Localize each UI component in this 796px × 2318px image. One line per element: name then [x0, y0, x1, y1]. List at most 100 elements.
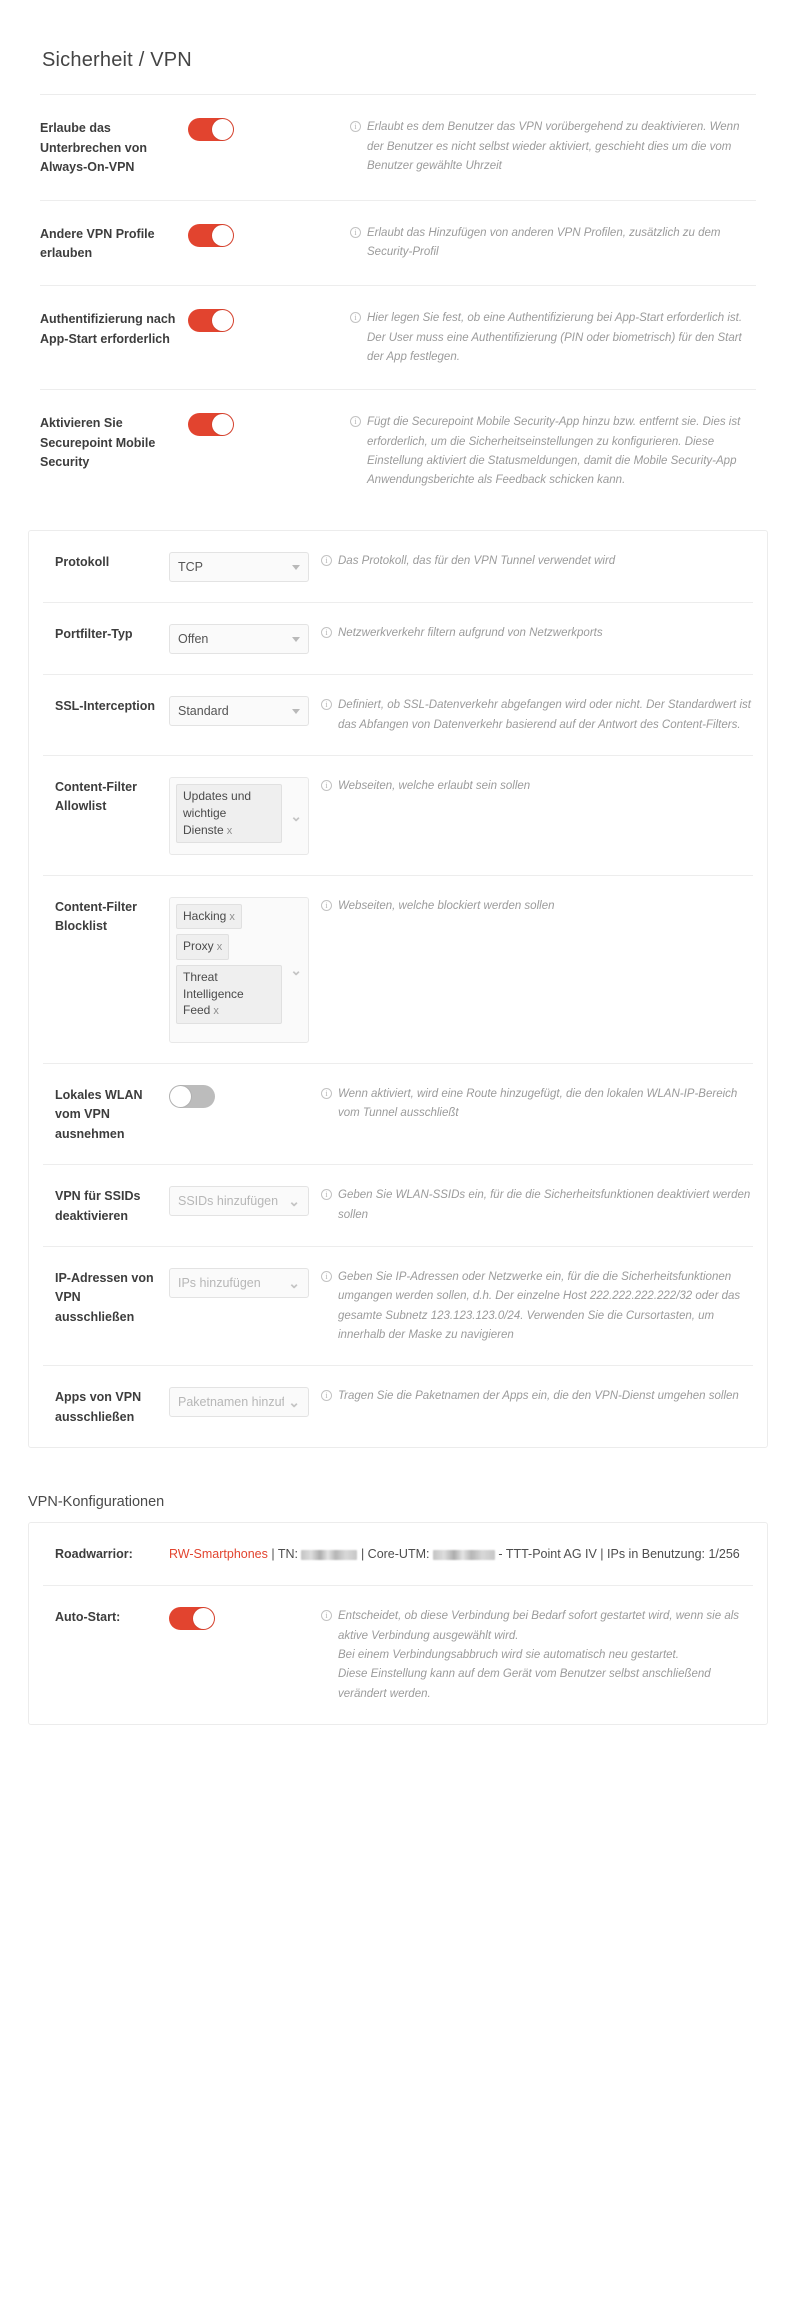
control-cell: TCP — [169, 551, 321, 583]
setting-label: Auto-Start: — [55, 1610, 121, 1625]
info-icon: i — [321, 555, 332, 567]
info-icon: i — [321, 627, 332, 639]
chip-list: Hacking x Proxy x Threat Intelligence Feed… — [176, 904, 284, 1024]
control-cell: Updates und wichtige Dienste x ⌄ — [169, 776, 321, 856]
select-placeholder: Paketnamen hinzufügen — [178, 1395, 285, 1410]
setting-label: Aktivieren Sie Securepoint Mobile Securi… — [40, 416, 156, 469]
roadwarrior-name-link[interactable]: RW-Smartphones — [169, 1547, 268, 1561]
setting-label: Andere VPN Profile erlauben — [40, 226, 155, 260]
info-icon: i — [321, 1270, 332, 1282]
control-cell: Hacking x Proxy x Threat Intelligence Feed… — [169, 896, 321, 1044]
security-vpn-page: Sicherheit / VPN Erlaube das Unterbreche… — [0, 13, 796, 1725]
chip-remove-icon[interactable]: x — [217, 941, 223, 953]
setting-row-disable-vpn-for-ssids: VPN für SSIDs deaktivieren SSIDs hinzufü… — [43, 1165, 753, 1247]
chip-label: Updates und wichtige Dienste — [183, 789, 252, 837]
toggle-allow-other-vpn-profiles[interactable] — [188, 223, 234, 247]
setting-help: i Erlaubt es dem Benutzer das VPN vorübe… — [350, 117, 756, 176]
info-icon: i — [321, 1088, 332, 1100]
setting-help: i Hier legen Sie fest, ob eine Authentif… — [350, 308, 756, 367]
caret-glyph: ⌄ — [290, 962, 302, 979]
chip-list: Updates und wichtige Dienste x — [176, 784, 284, 844]
setting-help: i Das Protokoll, das für den VPN Tunnel … — [321, 551, 753, 571]
chip-label: Hacking — [183, 909, 227, 924]
setting-label: Protokoll — [55, 555, 110, 570]
info-icon: i — [321, 699, 332, 711]
help-line: Bei einem Verbindungsabbruch wird sie au… — [338, 1648, 679, 1661]
setting-row-auth-after-app-start: Authentifizierung nach App-Start erforde… — [40, 286, 756, 391]
setting-label: Content-Filter Allowlist — [55, 780, 137, 814]
chip-item[interactable]: Hacking x — [176, 904, 242, 930]
roadwarrior-value: RW-Smartphones | TN: | Core-UTM: - TTT-P… — [169, 1543, 753, 1565]
roadwarrior-tn-redacted — [301, 1549, 358, 1560]
setting-help: i Tragen Sie die Paketnamen der Apps ein… — [321, 1386, 753, 1406]
toggle-enable-mobile-security[interactable] — [188, 413, 234, 437]
chip-item[interactable]: Proxy x — [176, 934, 230, 960]
setting-help: i Fügt die Securepoint Mobile Security-A… — [350, 412, 756, 490]
toggle-auto-start[interactable] — [169, 1607, 215, 1631]
chip-remove-icon[interactable]: x — [229, 911, 235, 923]
toggle-knob — [170, 1086, 191, 1108]
roadwarrior-label: Roadwarrior: — [55, 1547, 133, 1562]
multiselect-ips[interactable]: IPs hinzufügen ⌄ — [169, 1267, 309, 1298]
setting-label: Content-Filter Blocklist — [55, 900, 137, 934]
multiselect-ssids[interactable]: SSIDs hinzufügen ⌄ — [169, 1186, 309, 1217]
info-icon: i — [350, 121, 361, 133]
help-text: Netzwerkverkehr filtern aufgrund von Net… — [338, 627, 603, 640]
caret-glyph: ⌄ — [290, 808, 302, 825]
help-text: Wenn aktiviert, wird eine Route hinzugef… — [338, 1088, 738, 1120]
setting-label: SSL-Interception — [55, 699, 156, 714]
multiselect-content-filter-allowlist[interactable]: Updates und wichtige Dienste x ⌄ — [169, 777, 309, 856]
help-text: Webseiten, welche erlaubt sein sollen — [338, 780, 531, 793]
control-cell: Offen — [169, 623, 321, 655]
multiselect-apps[interactable]: Paketnamen hinzufügen ⌄ — [169, 1387, 309, 1418]
chevron-down-icon[interactable]: ⌄ — [284, 809, 304, 823]
chip-remove-icon[interactable]: x — [213, 1005, 219, 1017]
toggle-knob — [212, 310, 233, 332]
help-text: Erlaubt das Hinzufügen von anderen VPN P… — [367, 226, 721, 258]
setting-help: i Geben Sie IP-Adressen oder Netzwerke e… — [321, 1267, 753, 1345]
setting-label: IP-Adressen von VPN ausschließen — [55, 1270, 154, 1324]
select-portfilter-typ[interactable]: Offen — [169, 624, 309, 655]
multiselect-content-filter-blocklist[interactable]: Hacking x Proxy x Threat Intelligence Feed… — [169, 897, 309, 1044]
toggle-cell — [188, 412, 350, 441]
help-text: Erlaubt es dem Benutzer das VPN vorüberg… — [367, 121, 740, 173]
setting-row-protokoll: Protokoll TCP i Das Protokoll, das für d… — [43, 531, 753, 604]
control-cell: Paketnamen hinzufügen ⌄ — [169, 1386, 321, 1418]
chevron-down-icon[interactable]: ⌄ — [284, 963, 304, 977]
info-icon: i — [350, 226, 361, 238]
vpn-configurations-card: Roadwarrior: RW-Smartphones | TN: | Core… — [28, 1522, 768, 1725]
setting-row-auto-start: Auto-Start: i Entscheidet, ob diese Verb… — [43, 1586, 753, 1724]
info-icon: i — [350, 416, 361, 428]
toggle-cell — [188, 223, 350, 252]
toggle-auth-after-app-start[interactable] — [188, 309, 234, 333]
chevron-down-icon: ⌄ — [288, 1193, 300, 1210]
help-line: Entscheidet, ob diese Verbindung bei Bed… — [338, 1610, 740, 1642]
setting-help: i Wenn aktiviert, wird eine Route hinzug… — [321, 1084, 753, 1124]
setting-label: Erlaube das Unterbrechen von Always-On-V… — [40, 121, 147, 175]
toggle-allow-interrupt-always-on-vpn[interactable] — [188, 118, 234, 142]
toggle-exclude-local-wlan[interactable] — [169, 1085, 215, 1109]
setting-help: i Webseiten, welche blockiert werden sol… — [321, 896, 753, 916]
chip-item[interactable]: Threat Intelligence Feed x — [176, 964, 282, 1024]
help-text: Fügt die Securepoint Mobile Security-App… — [367, 416, 741, 487]
toggle-cell — [169, 1606, 321, 1635]
info-icon: i — [321, 1610, 332, 1622]
toggle-knob — [212, 224, 233, 246]
roadwarrior-sep2: | Core-UTM: — [357, 1547, 433, 1562]
toggle-rows-group: Erlaube das Unterbrechen von Always-On-V… — [40, 95, 756, 512]
select-protokoll[interactable]: TCP — [169, 552, 309, 583]
page-title: Sicherheit / VPN — [42, 49, 192, 72]
select-value: Standard — [178, 704, 229, 719]
chip-label: Proxy — [183, 939, 214, 954]
setting-help: i Erlaubt das Hinzufügen von anderen VPN… — [350, 223, 756, 263]
info-icon: i — [321, 1390, 332, 1402]
chip-remove-icon[interactable]: x — [227, 825, 233, 837]
select-ssl-interception[interactable]: Standard — [169, 696, 309, 727]
setting-label: VPN für SSIDs deaktivieren — [55, 1189, 141, 1223]
control-cell: IPs hinzufügen ⌄ — [169, 1267, 321, 1298]
chip-item[interactable]: Updates und wichtige Dienste x — [176, 784, 282, 844]
help-line: Diese Einstellung kann auf dem Gerät vom… — [338, 1668, 711, 1700]
setting-label: Apps von VPN ausschließen — [55, 1390, 142, 1424]
toggle-cell — [188, 308, 350, 337]
setting-row-exclude-local-wlan: Lokales WLAN vom VPN ausnehmen i Wenn ak… — [43, 1064, 753, 1166]
